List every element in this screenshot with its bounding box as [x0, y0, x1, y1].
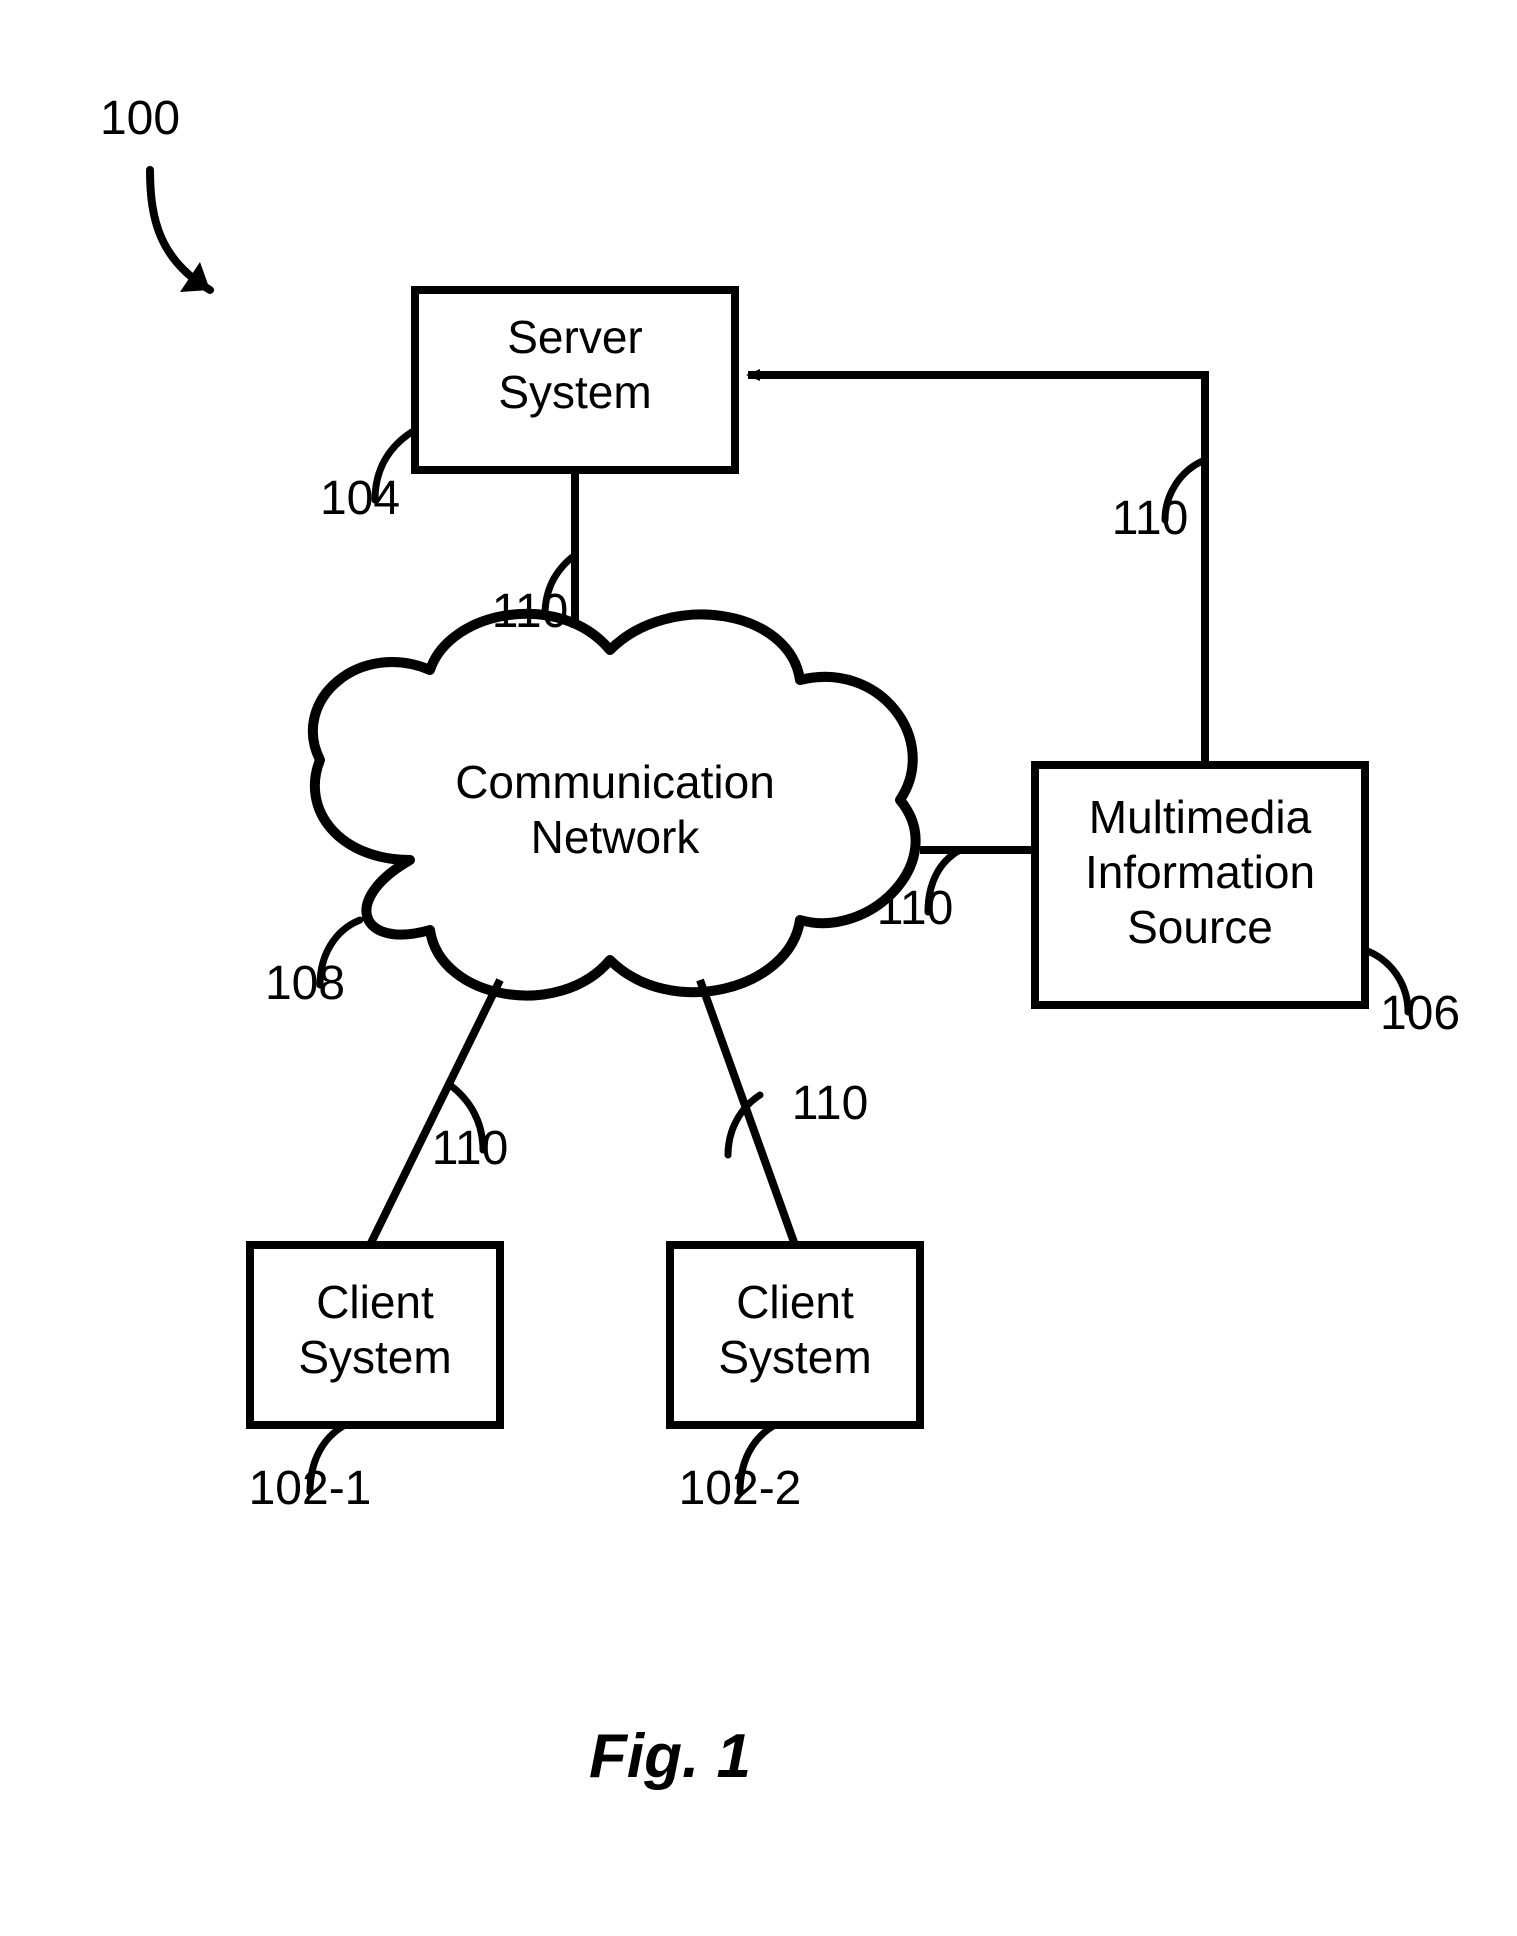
- source-ref: 106: [1360, 985, 1480, 1043]
- source-label-line1: Multimedia: [1035, 790, 1365, 845]
- client1-ref: 102-1: [220, 1460, 400, 1518]
- figure-ref-arrow: [150, 170, 210, 292]
- source-label-line2: Information: [1035, 845, 1365, 900]
- link-server-network-ref: 110: [470, 583, 590, 641]
- link-network-source-ref: 110: [855, 880, 975, 938]
- server-ref: 104: [300, 470, 420, 528]
- client2-label-line2: System: [670, 1330, 920, 1385]
- client2-label-line1: Client: [670, 1275, 920, 1330]
- link-network-client1-ref: 110: [410, 1120, 530, 1178]
- source-label-line3: Source: [1035, 900, 1365, 955]
- diagram-svg: [0, 0, 1517, 1936]
- client1-label-line1: Client: [250, 1275, 500, 1330]
- network-label-line1: Communication: [400, 755, 830, 810]
- link-network-client2-ref: 110: [770, 1075, 890, 1133]
- figure-ref-number: 100: [70, 90, 210, 148]
- figure-caption: Fig. 1: [520, 1720, 820, 1794]
- client1-label-line2: System: [250, 1330, 500, 1385]
- server-label-line2: System: [415, 365, 735, 420]
- network-label-line2: Network: [400, 810, 830, 865]
- network-ref: 108: [245, 955, 365, 1013]
- client2-ref: 102-2: [650, 1460, 830, 1518]
- link-source-server: [748, 375, 1205, 765]
- link-network-client1: [370, 980, 500, 1245]
- link-source-server-ref: 110: [1090, 490, 1210, 548]
- server-label-line1: Server: [415, 310, 735, 365]
- diagram-canvas: { "figure": { "number_label": "100", "ca…: [0, 0, 1517, 1936]
